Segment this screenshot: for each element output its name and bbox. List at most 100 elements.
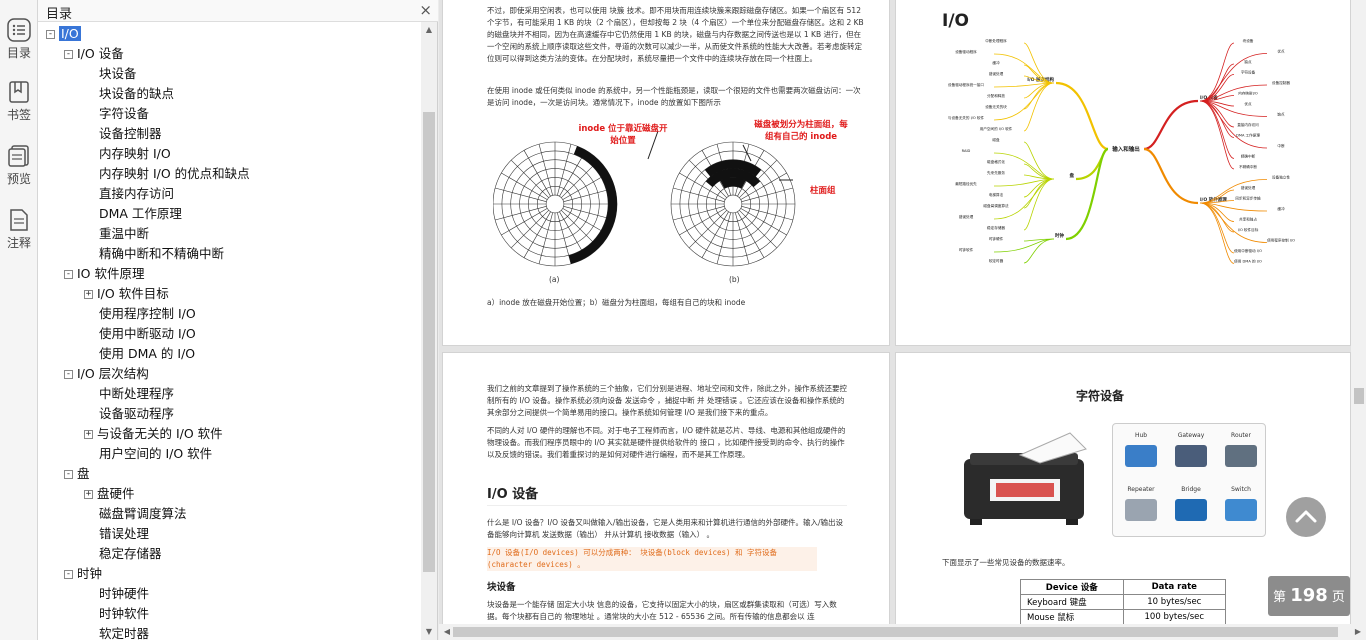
network-device-label: Bridge (1181, 486, 1201, 493)
rail-label-note: 注释 (6, 236, 31, 250)
toc-item-label: 内存映射 I/O 的优点和缺点 (99, 166, 250, 181)
toc-item[interactable]: 磁盘臂调度算法 (84, 504, 187, 524)
mindmap-leaf: 字符设备 (1241, 70, 1256, 75)
cylinder-group-label: 柱面组 (810, 186, 836, 196)
toc-scrollbar[interactable]: ▲ ▼ (421, 22, 437, 640)
toc-item-label: 软定时器 (99, 626, 150, 640)
toc-item[interactable]: 软定时器 (84, 624, 149, 640)
close-icon[interactable]: × (419, 1, 432, 19)
list-icon (7, 18, 31, 42)
toc-item[interactable]: + 与设备无关的 I/O 软件 (84, 424, 223, 444)
toc-item[interactable]: + 盘硬件 (84, 484, 135, 504)
toc-item[interactable]: 稳定存储器 (84, 544, 162, 564)
viewer-vertical-scrollbar[interactable] (1351, 0, 1366, 624)
network-device-item: Router (1219, 432, 1263, 480)
toc-title: 目录 (46, 7, 73, 22)
rail-label-toc: 目录 (6, 46, 31, 60)
network-devices-image: Hub Gateway Router Repeater Bridge Switch (1112, 423, 1266, 537)
mindmap-leaf: 缓冲 (992, 60, 1000, 65)
toc-item-label: 中断处理程序 (99, 386, 175, 401)
data-rate-table: Device 设备 Data rate Keyboard 键盘 10 bytes… (1020, 579, 1227, 624)
mindmap-leaf: 使用中断驱动 I/O (1234, 248, 1262, 253)
toc-item[interactable]: - I/O 层次结构 (64, 364, 149, 384)
mindmap-leaf-line (1023, 141, 1055, 180)
toc-item[interactable]: 设备控制器 (84, 124, 162, 144)
collapse-icon[interactable]: - (64, 370, 73, 379)
toc-item[interactable]: 直接内存访问 (84, 184, 174, 204)
toc-item[interactable]: 设备驱动程序 (84, 404, 174, 424)
bookmark-tab-button[interactable]: 书签 (0, 72, 38, 134)
back-to-top-button[interactable] (1286, 497, 1326, 537)
mindmap-leaf: 优点 (1277, 49, 1285, 54)
chevron-up-icon (1295, 510, 1317, 523)
network-device-icon (1125, 445, 1157, 467)
toc-item[interactable]: - 时钟 (64, 564, 102, 584)
preview-tab-button[interactable]: 预览 (0, 136, 38, 198)
toc-panel: 目录 × - I/O - I/O 设备 块设备 块设备的缺点 字符设备 设备控制器 内存映射 I… (38, 0, 438, 640)
toc-item[interactable]: 用户空间的 I/O 软件 (84, 444, 212, 464)
toc-item[interactable]: 块设备 (84, 64, 137, 84)
toc-item-label: 时钟 (77, 566, 103, 581)
scroll-up-icon[interactable]: ▲ (421, 22, 437, 38)
collapse-icon[interactable]: - (64, 470, 73, 479)
col-header-device: Device 设备 (1020, 579, 1124, 595)
data-rate-caption: 下面显示了一些常见设备的数据速率。 (942, 558, 1070, 567)
toc-item[interactable]: 内存映射 I/O (84, 144, 171, 164)
network-device-label: Repeater (1127, 486, 1155, 493)
toc-item[interactable]: 字符设备 (84, 104, 149, 124)
network-device-label: Gateway (1177, 432, 1205, 439)
toc-item[interactable]: - I/O (46, 24, 81, 44)
page3-paragraph-5: 块设备是一个能存储 固定大小块 信息的设备，它支持以固定大小的块，扇区或群集读取… (487, 600, 837, 621)
toc-item[interactable]: 时钟硬件 (84, 584, 149, 604)
toc-item[interactable]: 使用中断驱动 I/O (84, 324, 196, 344)
viewer-hscroll-thumb[interactable] (453, 627, 1338, 637)
toc-item-label: 用户空间的 I/O 软件 (99, 446, 213, 461)
toc-item[interactable]: 使用程序控制 I/O (84, 304, 196, 324)
page-number: 198 (1290, 585, 1328, 606)
toc-item[interactable]: 内存映射 I/O 的优点和缺点 (84, 164, 250, 184)
toc-item[interactable]: + I/O 软件目标 (84, 284, 169, 304)
toc-item[interactable]: -盘 (64, 464, 90, 484)
toc-item[interactable]: 错误处理 (84, 524, 149, 544)
heading-divider (487, 505, 847, 506)
expand-icon[interactable]: + (84, 430, 93, 439)
network-device-item: Switch (1219, 486, 1263, 534)
toc-item[interactable]: 块设备的缺点 (84, 84, 174, 104)
mindmap-leaf: 设备独立性 (1272, 175, 1290, 180)
viewer-horizontal-scrollbar[interactable]: ◀ ▶ (439, 624, 1366, 640)
printer-image (964, 432, 1087, 525)
io-mindmap: 输入和输出I/O 层次结构盘时钟I/O 设备I/O 软件原理中断处理程序设备驱动… (948, 39, 1295, 264)
collapse-icon[interactable]: - (64, 570, 73, 579)
toc-tab-button[interactable]: 目录 (0, 10, 38, 72)
note-tab-button[interactable]: 注释 (0, 200, 38, 262)
expand-icon[interactable]: + (84, 290, 93, 299)
mindmap-leaf: 优点 (1244, 101, 1252, 106)
page1-paragraph-1: 不过，即使采用空闲表，也可以使用 块簇 技术。即不用块而用连续块簇来跟踪磁盘存储… (487, 6, 864, 63)
mindmap-leaf: 精确中断 (1241, 154, 1256, 159)
toc-item[interactable]: 使用 DMA 的 I/O (84, 344, 195, 364)
scroll-down-icon[interactable]: ▼ (421, 624, 437, 640)
toc-item[interactable]: 中断处理程序 (84, 384, 174, 404)
document-viewer[interactable]: 不过，即使采用空闲表，也可以使用 块簇 技术。即不用块而用连续块簇来跟踪磁盘存储… (439, 0, 1366, 624)
toc-item-label: 稳定存储器 (99, 546, 162, 561)
toc-item[interactable]: - IO 软件原理 (64, 264, 145, 284)
toc-item[interactable]: 精确中断和不精确中断 (84, 244, 224, 264)
toc-scroll-thumb[interactable] (423, 112, 435, 572)
cell-rate: 100 bytes/sec (1122, 609, 1227, 624)
viewer-scroll-thumb[interactable] (1354, 388, 1364, 404)
network-device-item: Gateway (1169, 432, 1213, 480)
mindmap-branch-line (1143, 147, 1199, 205)
toc-item[interactable]: - I/O 设备 (64, 44, 124, 64)
toc-item[interactable]: 重温中断 (84, 224, 149, 244)
scroll-right-icon[interactable]: ▶ (1350, 624, 1366, 640)
collapse-icon[interactable]: - (46, 30, 55, 39)
mindmap-leaf: 错误处理 (1241, 185, 1256, 190)
mindmap-title: I/O (942, 11, 969, 31)
mindmap-leaf: 磁盘臂调度算法 (983, 203, 1009, 208)
mindmap-leaf: 先来先服务 (987, 170, 1005, 175)
toc-item[interactable]: DMA 工作原理 (84, 204, 182, 224)
collapse-icon[interactable]: - (64, 50, 73, 59)
toc-item[interactable]: 时钟软件 (84, 604, 149, 624)
expand-icon[interactable]: + (84, 490, 93, 499)
collapse-icon[interactable]: - (64, 270, 73, 279)
